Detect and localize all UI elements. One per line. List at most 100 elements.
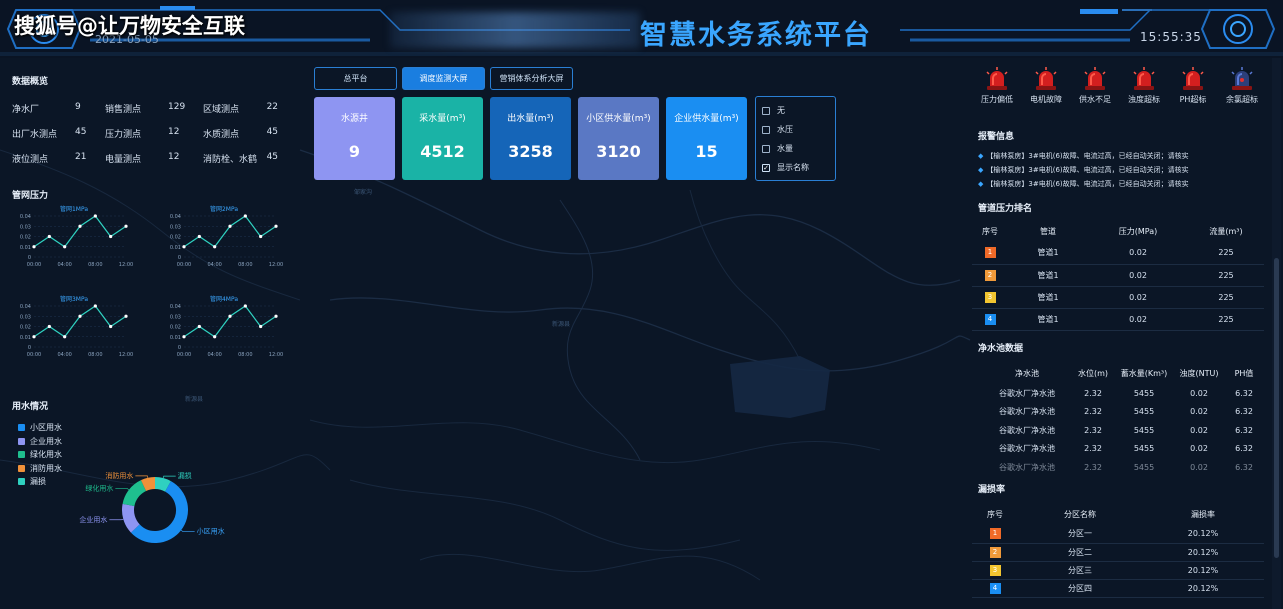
donut-slice[interactable] [140, 477, 156, 492]
data-point[interactable] [78, 314, 82, 318]
stat-item: 净水厂 9 [12, 102, 105, 115]
table-row[interactable]: 谷歌水厂净水池 2.32 5455 0.02 6.32 [982, 403, 1264, 422]
alarm-indicator[interactable]: 浊度超标 [1122, 66, 1166, 105]
data-point[interactable] [124, 314, 128, 318]
pool-cell: 谷歌水厂净水池 [999, 462, 1055, 472]
kpi-card-enterprise-supply[interactable]: 企业供水量(m³) 15 [666, 97, 747, 180]
chart-title: 管网2MPa [210, 205, 238, 213]
map-label: 邹家沟 [354, 189, 373, 196]
pool-cell: 0.02 [1190, 388, 1208, 398]
table-row[interactable]: 4 分区四 20.12% [972, 579, 1264, 598]
tab-dispatch-monitor[interactable]: 调度监测大屏 [402, 67, 485, 90]
data-point[interactable] [197, 234, 201, 239]
checkbox[interactable] [762, 125, 770, 134]
data-point[interactable] [243, 214, 247, 218]
kpi-card-intake[interactable]: 采水量(m³) 4512 [402, 97, 483, 180]
kpi-card-wells[interactable]: 水源井 9 [314, 97, 395, 180]
data-point[interactable] [124, 224, 128, 228]
scrollbar-thumb[interactable] [1274, 258, 1279, 558]
data-point[interactable] [182, 245, 186, 249]
data-point[interactable] [182, 335, 186, 339]
data-point[interactable] [47, 234, 51, 239]
table-row[interactable]: 谷歌水厂净水池 2.32 5455 0.02 6.32 [982, 421, 1264, 440]
pipe-name: 管道1 [1008, 308, 1088, 331]
data-point[interactable] [243, 304, 247, 308]
data-point[interactable] [109, 324, 113, 329]
table-row[interactable]: 谷歌水厂净水池 2.32 5455 0.02 6.32 [982, 384, 1264, 403]
data-point[interactable] [63, 245, 67, 249]
kpi-label: 水源井 [340, 114, 368, 124]
y-tick-label: 0.02 [20, 235, 31, 241]
filter-option-pressure[interactable]: 水压 [762, 120, 829, 139]
checkbox[interactable]: ✓ [762, 163, 770, 172]
siren-red-icon [1133, 67, 1155, 90]
tab-main-platform[interactable]: 总平台 [314, 67, 397, 90]
kpi-card-residential-supply[interactable]: 小区供水量(m³) 3120 [578, 97, 659, 180]
filter-option-none[interactable]: 无 [762, 101, 829, 120]
alarm-indicator[interactable]: 压力偏低 [975, 66, 1019, 105]
filter-option-volume[interactable]: 水量 [762, 139, 829, 158]
data-point[interactable] [93, 214, 97, 218]
data-point[interactable] [213, 245, 217, 249]
data-point[interactable] [32, 335, 36, 339]
alarm-indicator[interactable]: 供水不足 [1073, 66, 1117, 105]
table-row[interactable]: 2 管道1 0.02 225 [972, 264, 1264, 287]
table-row[interactable]: 1 分区一 20.12% [972, 525, 1264, 544]
checkbox[interactable] [762, 144, 770, 153]
column-header: 蓄水量(Km³) [1120, 368, 1168, 378]
table-row[interactable]: 谷歌水厂净水池 2.32 5455 0.02 6.32 [982, 458, 1264, 477]
table-row[interactable]: 3 管道1 0.02 225 [972, 286, 1264, 309]
donut-slice[interactable] [122, 503, 140, 533]
data-point[interactable] [63, 335, 67, 339]
slice-label: 企业用水 [79, 515, 107, 524]
data-point[interactable] [78, 224, 82, 228]
x-tick-label: 08:00 [88, 262, 102, 268]
table-row[interactable]: 3 分区三 20.12% [972, 561, 1264, 580]
pipe-name: 管道1 [1008, 242, 1088, 265]
table-row[interactable]: 谷歌水厂净水池 2.32 5455 0.02 6.32 [982, 440, 1264, 459]
data-point[interactable] [109, 234, 113, 239]
alarm-indicator[interactable]: PH超标 [1171, 66, 1215, 105]
tab-marketing-analysis[interactable]: 营销体系分析大屏 [490, 67, 573, 90]
data-point[interactable] [228, 314, 232, 318]
data-point[interactable] [228, 224, 232, 228]
x-tick-label: 00:00 [177, 352, 191, 358]
alarm-indicator[interactable]: 余氯超标 [1220, 66, 1264, 105]
data-point[interactable] [47, 324, 51, 329]
pool-cell: 2.32 [1084, 388, 1102, 398]
pipe-pressure: 0.02 [1088, 242, 1188, 265]
alert-item[interactable]: ◆ 【榆林泵房】3#电机(6)故障、电流过高，已经自动关闭；请核实 [978, 165, 1189, 175]
rank-badge: 4 [984, 313, 996, 325]
filter-option-show-names[interactable]: ✓ 显示名称 [762, 158, 829, 177]
donut-slice[interactable] [154, 477, 171, 492]
data-point[interactable] [274, 224, 278, 228]
table-row[interactable]: 4 管道1 0.02 225 [972, 308, 1264, 331]
leak-rate: 20.12% [1142, 561, 1264, 580]
data-point[interactable] [259, 324, 263, 329]
data-point[interactable] [213, 335, 217, 339]
page-scrollbar[interactable] [1272, 58, 1281, 609]
data-point[interactable] [259, 234, 263, 239]
table-row[interactable]: 2 分区二 20.12% [972, 543, 1264, 562]
checkbox[interactable] [762, 106, 770, 115]
data-point[interactable] [274, 314, 278, 318]
legend-item[interactable]: 小区用水 [18, 421, 62, 435]
alarm-indicator[interactable]: 电机故障 [1024, 66, 1068, 105]
label-leader [162, 475, 176, 479]
bullet-icon: ◆ [978, 180, 984, 188]
alert-item[interactable]: ◆ 【榆林泵房】3#电机(6)故障、电流过高，已经自动关闭；请核实 [978, 179, 1189, 189]
donut-slice[interactable] [122, 480, 147, 507]
data-point[interactable] [32, 245, 36, 249]
data-point[interactable] [197, 324, 201, 329]
kpi-card-output[interactable]: 出水量(m³) 3258 [490, 97, 571, 180]
legend-label: 小区用水 [30, 423, 62, 433]
rank-cell: 3 [972, 561, 1018, 580]
legend-swatch [18, 424, 25, 432]
zone-name: 分区二 [1018, 543, 1142, 562]
donut-slice[interactable] [130, 481, 188, 543]
label-leader [180, 529, 195, 532]
table-row[interactable]: 1 管道1 0.02 225 [972, 242, 1264, 265]
data-point[interactable] [93, 304, 97, 308]
alert-item[interactable]: ◆ 【榆林泵房】3#电机(6)故障、电流过高，已经自动关闭；请核实 [978, 151, 1189, 161]
pool-cell: 0.02 [1190, 462, 1208, 472]
